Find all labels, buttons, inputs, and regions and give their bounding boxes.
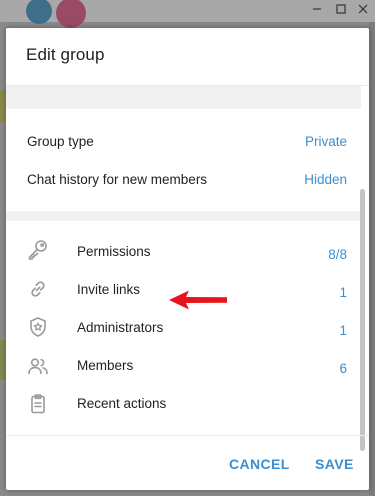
administrators-label[interactable]: Administrators	[77, 320, 163, 335]
footer-divider	[6, 435, 369, 436]
admin-shield-icon	[26, 315, 50, 339]
chat-history-value[interactable]: Hidden	[304, 172, 347, 187]
background-edge	[369, 22, 375, 496]
minimize-icon[interactable]	[306, 0, 328, 18]
close-window-icon[interactable]	[352, 0, 374, 18]
recent-actions-label[interactable]: Recent actions	[77, 396, 166, 411]
members-value[interactable]: 6	[339, 361, 347, 376]
edit-group-dialog: Edit group Group type Private Chat histo…	[6, 28, 369, 490]
annotation-arrow	[169, 290, 227, 310]
scrollbar-thumb[interactable]	[360, 189, 365, 451]
permissions-label[interactable]: Permissions	[77, 244, 151, 259]
background-avatar	[56, 0, 86, 28]
section-gap	[6, 211, 361, 221]
save-button[interactable]: SAVE	[315, 456, 354, 472]
members-label[interactable]: Members	[77, 358, 133, 373]
section-gap	[6, 86, 361, 109]
permissions-value[interactable]: 8/8	[328, 247, 347, 262]
invite-links-value[interactable]: 1	[339, 285, 347, 300]
key-icon	[26, 238, 50, 262]
administrators-value[interactable]: 1	[339, 323, 347, 338]
clipboard-icon	[26, 392, 50, 416]
members-icon	[26, 354, 50, 378]
cancel-button[interactable]: CANCEL	[229, 456, 290, 472]
invite-links-label[interactable]: Invite links	[77, 282, 140, 297]
chat-history-label[interactable]: Chat history for new members	[27, 172, 207, 187]
maximize-icon[interactable]	[330, 0, 352, 18]
group-type-label[interactable]: Group type	[27, 134, 94, 149]
link-icon	[26, 277, 50, 301]
group-type-value[interactable]: Private	[305, 134, 347, 149]
dialog-title: Edit group	[26, 45, 105, 64]
